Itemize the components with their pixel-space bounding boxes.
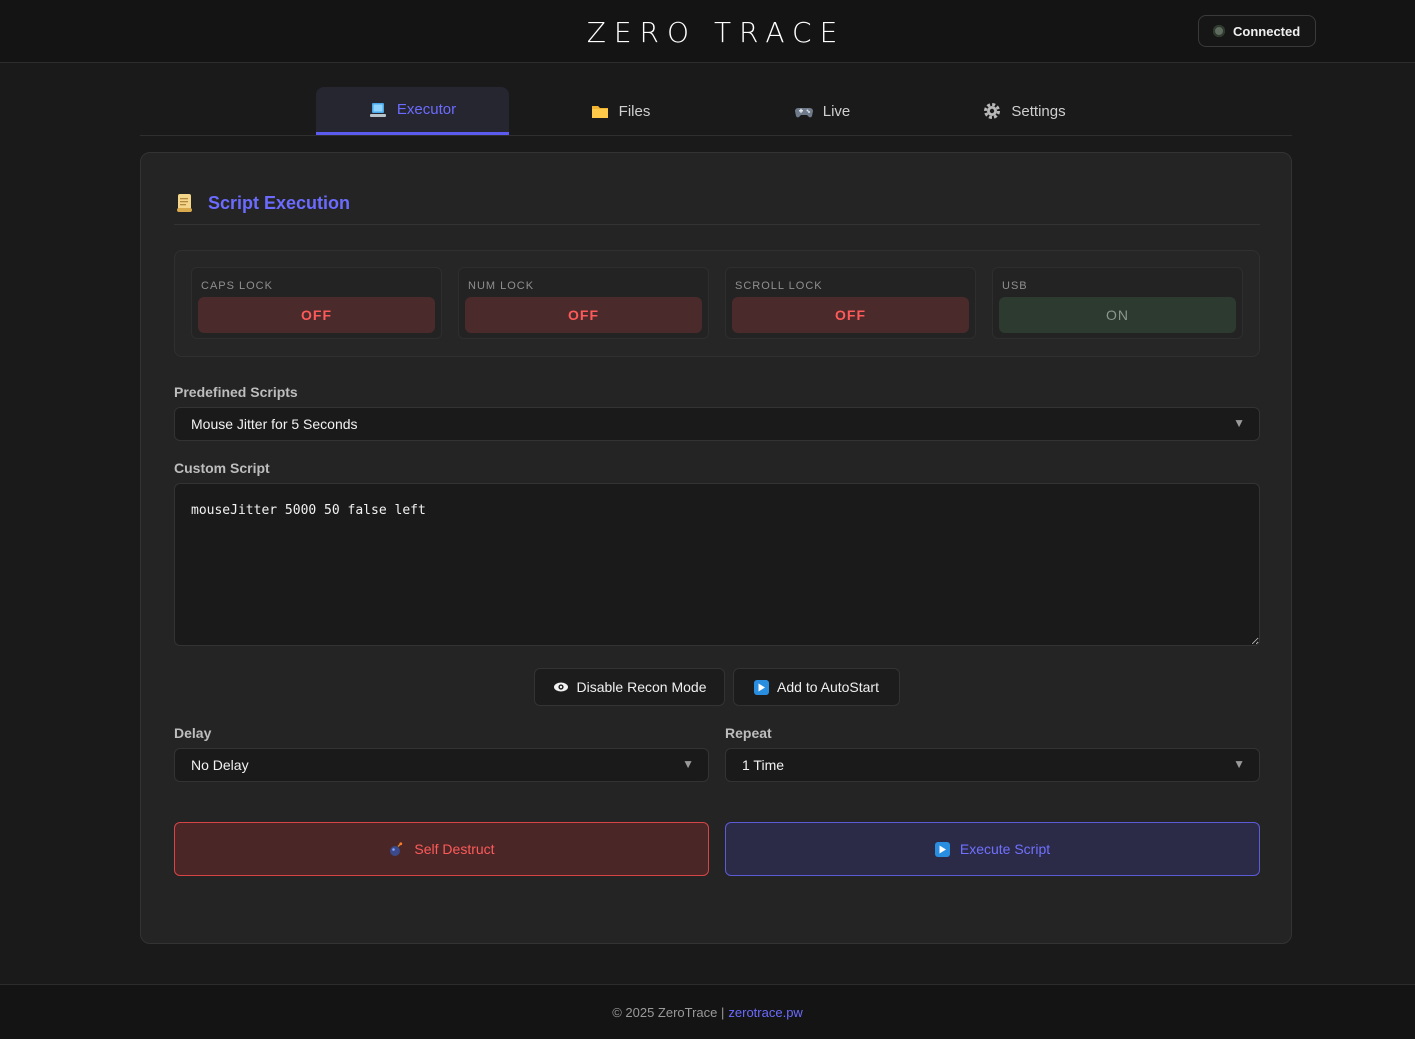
add-to-autostart-label: Add to AutoStart bbox=[777, 679, 879, 695]
play-icon bbox=[754, 679, 770, 695]
scroll-icon bbox=[177, 194, 192, 212]
script-execution-panel: Script Execution CAPS LOCK OFF NUM LOCK … bbox=[140, 152, 1292, 944]
footer-copyright: © 2025 ZeroTrace | bbox=[612, 1004, 725, 1020]
caps-lock-indicator: CAPS LOCK OFF bbox=[191, 267, 442, 339]
self-destruct-button[interactable]: Self Destruct bbox=[174, 822, 709, 876]
self-destruct-label: Self Destruct bbox=[414, 841, 495, 857]
scroll-lock-state: OFF bbox=[732, 297, 969, 333]
status-dot-icon bbox=[1213, 25, 1225, 37]
app-logo: ZERO TRACE bbox=[586, 16, 846, 49]
gamepad-icon bbox=[794, 108, 813, 118]
tab-executor[interactable]: Executor bbox=[316, 87, 509, 135]
footer-link[interactable]: zerotrace.pw bbox=[728, 1005, 802, 1020]
predefined-scripts-label: Predefined Scripts bbox=[174, 384, 298, 400]
tab-live[interactable]: Live bbox=[726, 87, 919, 135]
execute-script-button[interactable]: Execute Script bbox=[725, 822, 1260, 876]
repeat-select[interactable]: 1 Time ▼ bbox=[725, 748, 1260, 782]
tab-settings-label: Settings bbox=[1011, 102, 1066, 120]
num-lock-label: NUM LOCK bbox=[468, 280, 535, 292]
play-icon bbox=[934, 841, 950, 857]
gear-icon bbox=[984, 103, 1001, 119]
chevron-down-icon: ▼ bbox=[1233, 416, 1245, 430]
laptop-icon bbox=[369, 102, 386, 117]
tab-bar: Executor Files Live Settings bbox=[140, 84, 1292, 136]
scroll-lock-label: SCROLL LOCK bbox=[735, 280, 823, 292]
predefined-scripts-select[interactable]: Mouse Jitter for 5 Seconds ▼ bbox=[174, 407, 1260, 441]
tab-live-label: Live bbox=[822, 102, 851, 120]
usb-indicator: USB ON bbox=[992, 267, 1243, 339]
predefined-scripts-value: Mouse Jitter for 5 Seconds bbox=[191, 416, 358, 432]
connection-status-label: Connected bbox=[1233, 23, 1301, 39]
custom-script-textarea[interactable]: mouseJitter 5000 50 false left bbox=[174, 483, 1260, 646]
num-lock-indicator: NUM LOCK OFF bbox=[458, 267, 709, 339]
app-header: ZERO TRACE Connected bbox=[0, 0, 1415, 63]
disable-recon-mode-button[interactable]: Disable Recon Mode bbox=[534, 668, 725, 706]
connection-status-badge: Connected bbox=[1198, 15, 1316, 47]
scroll-lock-indicator: SCROLL LOCK OFF bbox=[725, 267, 976, 339]
divider bbox=[174, 224, 1260, 225]
delay-value: No Delay bbox=[191, 757, 249, 773]
num-lock-state: OFF bbox=[465, 297, 702, 333]
tab-settings[interactable]: Settings bbox=[928, 87, 1121, 135]
chevron-down-icon: ▼ bbox=[1233, 757, 1245, 771]
bomb-icon bbox=[390, 842, 403, 856]
add-to-autostart-button[interactable]: Add to AutoStart bbox=[733, 668, 900, 706]
usb-state: ON bbox=[999, 297, 1236, 333]
delay-select[interactable]: No Delay ▼ bbox=[174, 748, 709, 782]
disable-recon-mode-label: Disable Recon Mode bbox=[576, 679, 707, 695]
usb-label: USB bbox=[1002, 280, 1028, 292]
panel-title-text: Script Execution bbox=[208, 192, 351, 213]
eye-icon bbox=[553, 682, 568, 692]
delay-label: Delay bbox=[174, 725, 212, 741]
tab-executor-label: Executor bbox=[396, 101, 457, 118]
repeat-label: Repeat bbox=[725, 725, 772, 741]
folder-icon bbox=[591, 106, 608, 118]
caps-lock-state: OFF bbox=[198, 297, 435, 333]
chevron-down-icon: ▼ bbox=[682, 757, 694, 771]
repeat-value: 1 Time bbox=[742, 757, 785, 773]
tab-files[interactable]: Files bbox=[524, 87, 717, 135]
lock-status-group: CAPS LOCK OFF NUM LOCK OFF SCROLL LOCK O… bbox=[174, 250, 1260, 357]
panel-title: Script Execution bbox=[174, 189, 350, 217]
page-footer: © 2025 ZeroTrace | zerotrace.pw bbox=[0, 984, 1415, 1039]
execute-script-label: Execute Script bbox=[959, 841, 1051, 857]
tab-files-label: Files bbox=[618, 102, 651, 120]
caps-lock-label: CAPS LOCK bbox=[201, 280, 273, 292]
custom-script-label: Custom Script bbox=[174, 460, 270, 476]
